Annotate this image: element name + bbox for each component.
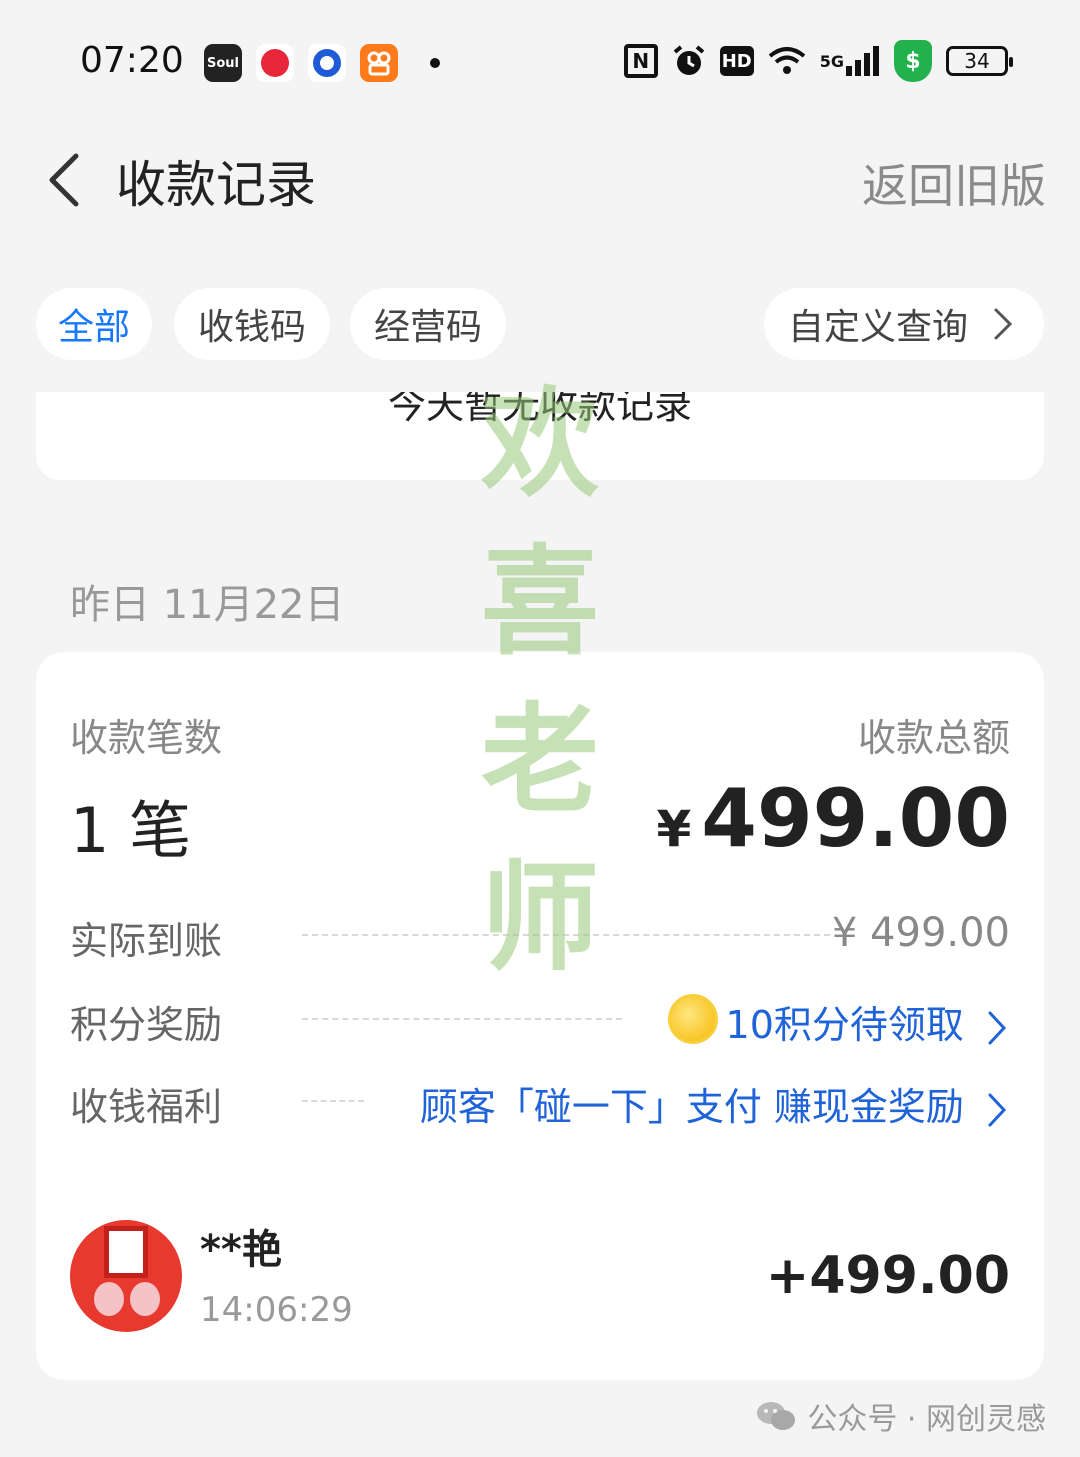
transaction-amount: +499.00 <box>765 1246 1010 1306</box>
battery-icon: 34 <box>946 46 1013 76</box>
total-value: ¥499.00 <box>656 772 1010 865</box>
payer-name: **艳 <box>200 1227 282 1273</box>
return-old-version-link[interactable]: 返回旧版 <box>862 150 1046 216</box>
tab-all[interactable]: 全部 <box>36 288 152 360</box>
system-icons: N HD 5G $ 34 <box>623 40 1013 82</box>
tab-payment-code[interactable]: 收钱码 <box>174 288 330 360</box>
payment-benefit-label: 收钱福利 <box>70 1085 223 1129</box>
divider <box>302 1100 364 1102</box>
points-reward-link[interactable]: 10积分待领取 <box>726 994 1010 1049</box>
custom-query-button[interactable]: 自定义查询 <box>764 288 1044 360</box>
wifi-icon <box>768 41 806 81</box>
footer-watermark: 公众号 · 网创灵感 <box>755 1394 1046 1438</box>
currency-symbol: ¥ <box>656 800 692 858</box>
notification-app-icons: Soul <box>204 44 440 82</box>
payment-benefit-value: 顾客「碰一下」支付 赚现金奖励 <box>419 1085 964 1129</box>
coin-icon <box>668 994 718 1044</box>
overlay-watermark-char: 喜 <box>480 532 599 671</box>
soul-app-icon: Soul <box>204 44 242 82</box>
actual-received-label: 实际到账 <box>70 919 223 963</box>
tab-business-code[interactable]: 经营码 <box>350 288 506 360</box>
total-amount: 499.00 <box>701 772 1010 865</box>
wechat-icon <box>757 1402 796 1430</box>
more-notifications-dot <box>430 58 440 68</box>
divider <box>302 1018 622 1020</box>
hd-voice-icon: HD <box>719 46 754 76</box>
points-reward-value: 10积分待领取 <box>725 1003 964 1047</box>
points-reward-label: 积分奖励 <box>70 1003 223 1047</box>
count-value: 1 笔 <box>70 794 192 867</box>
security-shield-icon: $ <box>894 40 932 82</box>
red-app-icon <box>256 44 294 82</box>
daily-summary-card: 收款笔数 收款总额 1 笔 ¥499.00 实际到账 ¥ 499.00 积分奖励… <box>36 652 1044 1380</box>
chevron-right-icon <box>994 308 1013 340</box>
status-bar: 07:20 Soul N HD 5G $ 34 <box>0 0 1080 120</box>
empty-records-text: 今天暂无收款记录 <box>387 392 692 427</box>
today-records-card: 今天暂无收款记录 <box>36 392 1044 480</box>
alarm-icon <box>672 41 706 81</box>
date-label: 昨日 11月22日 <box>70 582 345 628</box>
payer-avatar <box>70 1220 182 1332</box>
page-title: 收款记录 <box>116 156 316 214</box>
footer-watermark-text: 公众号 · 网创灵感 <box>807 1402 1046 1437</box>
nfc-icon: N <box>623 44 658 78</box>
kuaishou-app-icon <box>360 44 398 82</box>
back-icon[interactable] <box>42 150 102 210</box>
count-label: 收款笔数 <box>70 716 223 760</box>
divider <box>302 934 830 936</box>
status-time: 07:20 <box>80 40 184 81</box>
payment-benefit-link[interactable]: 顾客「碰一下」支付 赚现金奖励 <box>420 1076 1010 1131</box>
signal-5g-icon: 5G <box>820 41 880 81</box>
blue-app-icon <box>308 44 346 82</box>
chevron-right-icon <box>988 1093 1007 1126</box>
custom-query-label: 自定义查询 <box>788 307 969 348</box>
transaction-time: 14:06:29 <box>200 1290 353 1330</box>
total-label: 收款总额 <box>857 716 1010 760</box>
actual-received-value: ¥ 499.00 <box>831 910 1010 956</box>
chevron-right-icon <box>988 1011 1007 1044</box>
